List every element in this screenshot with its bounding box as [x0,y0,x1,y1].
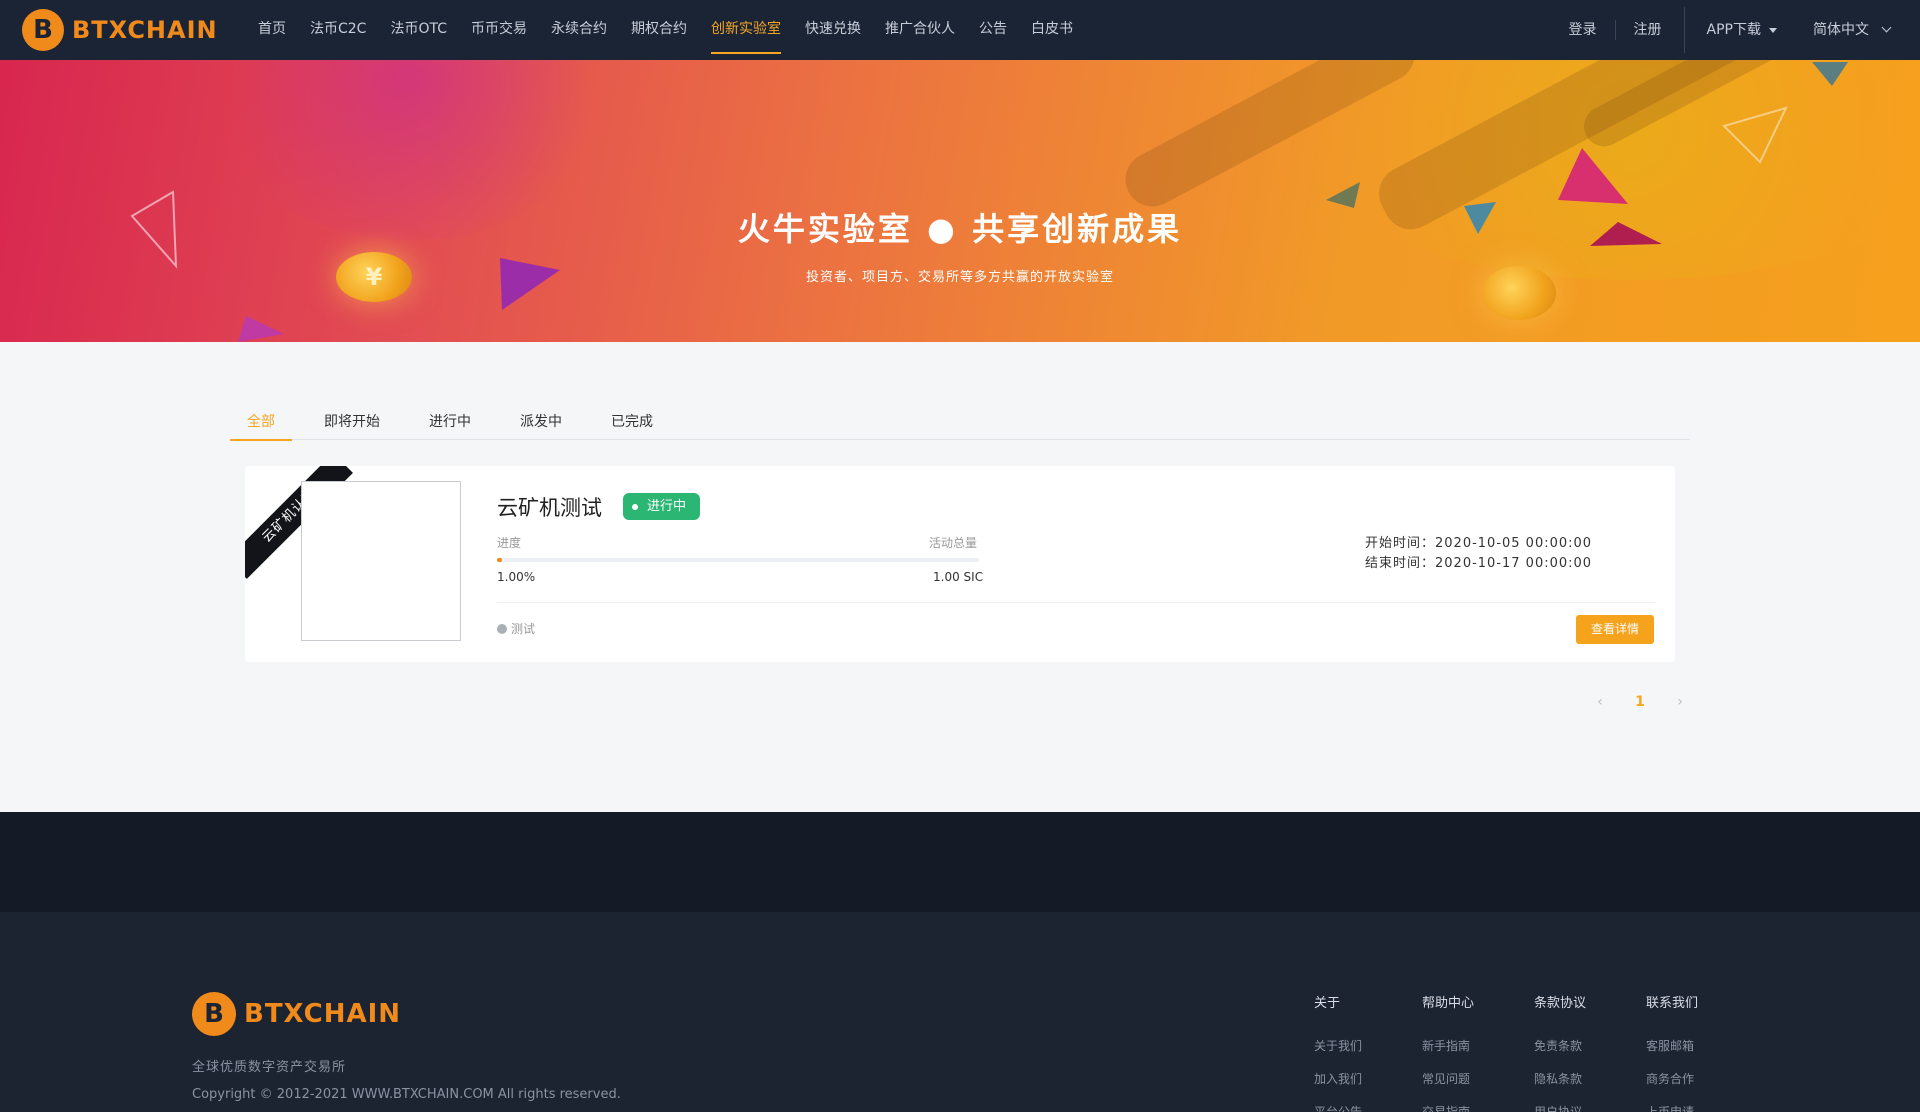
banner-title: 火牛实验室 ● 共享创新成果 [737,210,1183,248]
top-navbar: B BTXCHAIN 首页 法币C2C 法币OTC 币币交易 永续合约 期权合约… [0,0,1920,60]
footer-column-help: 帮助中心 新手指南 常见问题 交易指南 [1422,992,1474,1112]
footer-column-terms: 条款协议 免责条款 隐私条款 用户协议 [1534,992,1586,1112]
logo-icon: B [22,9,64,51]
footer-slogan: 全球优质数字资产交易所 [192,1060,347,1075]
language-label: 简体中文 [1813,22,1869,38]
nav-whitepaper[interactable]: 白皮书 [1031,0,1073,60]
footer-logo[interactable]: B BTXCHAIN [192,992,401,1036]
app-download-label: APP下载 [1706,22,1761,38]
footer-column-title: 联系我们 [1646,996,1699,1011]
nav-announcement[interactable]: 公告 [979,0,1007,60]
end-time: 结束时间：2020-10-17 00:00:00 [1365,556,1593,571]
prev-page-button[interactable]: ‹ [1580,694,1620,710]
tab-all[interactable]: 全部 [230,400,292,441]
tab-distributing[interactable]: 派发中 [503,400,579,440]
footer-link[interactable]: 平台公告 [1314,1103,1362,1112]
logo-icon: B [192,992,236,1036]
footer-link[interactable]: 交易指南 [1422,1103,1474,1112]
view-details-button[interactable]: 查看详情 [1576,615,1654,644]
progress-bar [497,558,979,562]
footer-column-title: 帮助中心 [1422,996,1475,1011]
triangle-decoration [1558,148,1628,204]
nav-options[interactable]: 期权合约 [631,0,687,60]
login-link[interactable]: 登录 [1551,20,1615,40]
nav-partner[interactable]: 推广合伙人 [885,0,955,60]
footer-column-about: 关于 关于我们 加入我们 平台公告 [1314,992,1362,1112]
footer-link[interactable]: 客服邮箱 [1646,1037,1698,1054]
nav-quick-exchange[interactable]: 快速兑换 [805,0,861,60]
footer-band [0,812,1920,912]
total-value: 1.00 SIC [933,570,984,584]
nav-home[interactable]: 首页 [258,0,286,60]
caret-down-icon [1769,27,1777,33]
footer-column-title: 关于 [1314,996,1341,1011]
register-link[interactable]: 注册 [1616,20,1680,40]
footer-link[interactable]: 免责条款 [1534,1037,1586,1054]
tab-completed[interactable]: 已完成 [594,400,670,440]
triangle-decoration [1812,62,1848,86]
nav-fiat-otc[interactable]: 法币OTC [390,0,447,60]
total-label: 活动总量 [929,536,978,550]
logo-text: BTXCHAIN [72,16,218,44]
next-page-button[interactable]: › [1660,694,1700,710]
start-time: 开始时间：2020-10-05 00:00:00 [1365,536,1593,551]
hero-banner: ¥ 火牛实验室 ● 共享创新成果 投资者、项目方、交易所等多方共赢的开放实验室 [0,60,1920,342]
triangle-decoration [1722,106,1788,164]
footer-copyright: Copyright © 2012-2021 WWW.BTXCHAIN.COM A… [192,1087,621,1102]
tab-upcoming[interactable]: 即将开始 [307,400,397,440]
nav-perpetual[interactable]: 永续合约 [551,0,607,60]
nav-innovation-lab[interactable]: 创新实验室 [711,0,781,60]
pagination: ‹ 1 › [1580,694,1700,710]
footer-link[interactable]: 用户协议 [1534,1103,1586,1112]
progress-label: 进度 [497,536,522,550]
footer-column-title: 条款协议 [1534,996,1587,1011]
brand-logo[interactable]: B BTXCHAIN [22,9,218,51]
chevron-down-icon [1881,22,1892,33]
nav-divider [1683,7,1685,53]
footer-logo-text: BTXCHAIN [244,999,402,1029]
time-range: 开始时间：2020-10-05 00:00:00 结束时间：2020-10-17… [1365,534,1592,574]
progress-value: 1.00% [497,570,536,584]
page-number[interactable]: 1 [1620,694,1660,710]
progress-fill [497,558,502,562]
footer-link[interactable]: 加入我们 [1314,1070,1362,1087]
card-divider [497,602,1655,603]
project-title: 云矿机测试 [497,496,602,520]
main-nav: 首页 法币C2C 法币OTC 币币交易 永续合约 期权合约 创新实验室 快速兑换… [258,0,1097,60]
footer-link[interactable]: 商务合作 [1646,1070,1698,1087]
footer-link[interactable]: 关于我们 [1314,1037,1362,1054]
language-menu[interactable]: 简体中文 [1795,20,1920,40]
status-badge: 进行中 [623,493,701,520]
nav-right: 登录 注册 APP下载 简体中文 [1551,0,1920,60]
footer-link[interactable]: 常见问题 [1422,1070,1474,1087]
project-card: 云矿机认购 云矿机测试 进行中 进度 活动总量 1.00% 1.00 SIC 开… [245,466,1675,662]
banner-subtitle: 投资者、项目方、交易所等多方共赢的开放实验室 [805,270,1114,285]
footer: B BTXCHAIN 全球优质数字资产交易所 Copyright © 2012-… [0,912,1920,1112]
triangle-decoration [238,316,284,342]
filter-tabs: 全部 即将开始 进行中 派发中 已完成 [230,400,1690,441]
nav-spot-trading[interactable]: 币币交易 [471,0,527,60]
app-download-menu[interactable]: APP下载 [1689,20,1795,40]
tab-in-progress[interactable]: 进行中 [412,400,488,440]
project-image [301,481,461,641]
footer-link[interactable]: 上币申请 [1646,1103,1698,1112]
footer-link[interactable]: 新手指南 [1422,1037,1474,1054]
footer-column-contact: 联系我们 客服邮箱 商务合作 上币申请 [1646,992,1698,1112]
footer-link[interactable]: 隐私条款 [1534,1070,1586,1087]
nav-fiat-c2c[interactable]: 法币C2C [310,0,366,60]
project-tag: 测试 [497,620,535,637]
